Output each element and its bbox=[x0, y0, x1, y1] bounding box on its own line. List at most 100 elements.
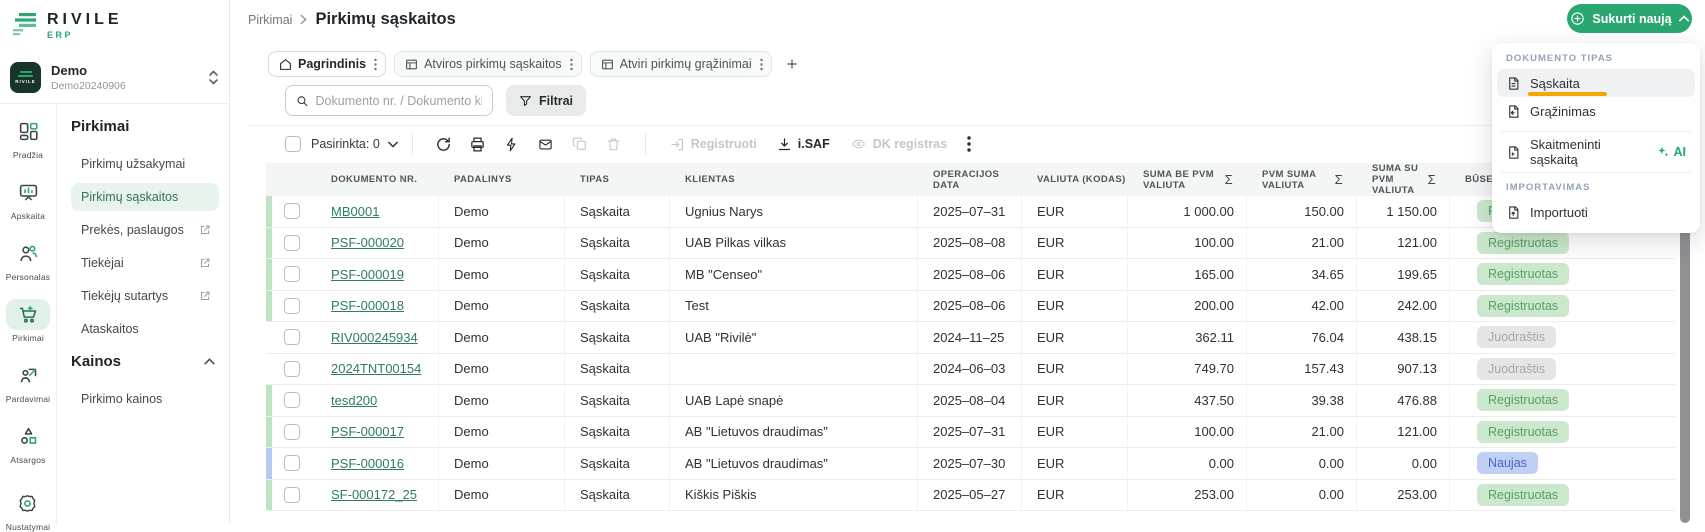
type-cell: Sąskaita bbox=[565, 291, 670, 322]
status-badge: Registruotas bbox=[1477, 263, 1569, 285]
document-link[interactable]: PSF-000020 bbox=[331, 235, 404, 250]
col-suma-be-pvm[interactable]: SUMA BE PVM VALIUTAΣ bbox=[1128, 163, 1247, 196]
breadcrumb-parent[interactable]: Pirkimai bbox=[248, 13, 292, 27]
type-cell: Sąskaita bbox=[565, 417, 670, 448]
sidebar-item-pirkimo-kainos[interactable]: Pirkimo kainos bbox=[71, 385, 219, 413]
print-button[interactable] bbox=[461, 136, 495, 153]
col-suma-su-pvm[interactable]: SUMA SU PVM VALIUTAΣ bbox=[1357, 163, 1450, 196]
document-link[interactable]: PSF-000017 bbox=[331, 424, 404, 439]
menu-item-grazinimas[interactable]: Grąžinimas bbox=[1497, 97, 1695, 125]
document-link[interactable]: 2024TNT00154 bbox=[331, 361, 421, 376]
table-row: 2024TNT00154DemoSąskaita2024–06–03EUR749… bbox=[266, 354, 1675, 386]
sigma-icon[interactable]: Σ bbox=[1335, 174, 1343, 185]
delete-button[interactable] bbox=[597, 136, 631, 152]
brand-name: RIVILE bbox=[47, 12, 123, 27]
tab-atviri-pirkimu-grazinimai[interactable]: Atviri pirkimų grąžinimai bbox=[590, 51, 772, 77]
col-padalinys[interactable]: PADALINYS bbox=[439, 163, 565, 196]
quick-action-button[interactable] bbox=[495, 136, 529, 153]
refresh-button[interactable] bbox=[427, 136, 461, 153]
isaf-export-button[interactable]: i.SAF bbox=[777, 137, 830, 152]
sidebar-item-ataskaitos[interactable]: Ataskaitos bbox=[71, 315, 219, 343]
row-checkbox-cell bbox=[272, 354, 316, 385]
register-button[interactable]: Registruoti bbox=[670, 137, 757, 152]
brand-sub: ERP bbox=[47, 30, 123, 40]
email-button[interactable] bbox=[529, 137, 563, 152]
type-cell: Sąskaita bbox=[565, 228, 670, 259]
dk-registras-button[interactable]: DK registras bbox=[850, 137, 947, 151]
row-checkbox[interactable] bbox=[284, 424, 300, 440]
workspace-updown-icon[interactable] bbox=[208, 70, 219, 85]
create-new-button[interactable]: Sukurti naują bbox=[1567, 4, 1692, 33]
col-pvm-suma[interactable]: PVM SUMA VALIUTAΣ bbox=[1247, 163, 1357, 196]
status-badge: Juodraštis bbox=[1477, 326, 1556, 348]
sigma-icon[interactable]: Σ bbox=[1225, 174, 1233, 185]
document-link[interactable]: PSF-000019 bbox=[331, 267, 404, 282]
row-checkbox[interactable] bbox=[284, 392, 300, 408]
search-input[interactable] bbox=[316, 94, 482, 108]
rail-item-personalas[interactable]: Personalas bbox=[6, 238, 51, 282]
rail-item-pradzia[interactable]: Pradžia bbox=[6, 116, 50, 160]
kebab-menu-icon[interactable] bbox=[760, 58, 763, 71]
row-checkbox[interactable] bbox=[284, 361, 300, 377]
row-checkbox[interactable] bbox=[284, 329, 300, 345]
document-link[interactable]: MB0001 bbox=[331, 204, 379, 219]
document-link[interactable]: SF-000172_25 bbox=[331, 487, 417, 502]
row-checkbox[interactable] bbox=[284, 455, 300, 471]
sidebar-item-pirkimu-uzsakymai[interactable]: Pirkimų užsakymai bbox=[71, 150, 219, 178]
rail-item-nustatymai[interactable]: Nustatymai bbox=[6, 488, 51, 532]
rail-item-pardavimai[interactable]: Pardavimai bbox=[6, 360, 51, 404]
row-checkbox[interactable] bbox=[284, 235, 300, 251]
col-tipas[interactable]: TIPAS bbox=[565, 163, 670, 196]
document-link[interactable]: tesd200 bbox=[331, 393, 377, 408]
col-valiuta[interactable]: VALIUTA (KODAS) bbox=[1022, 163, 1128, 196]
net-amount-cell: 100.00 bbox=[1128, 228, 1247, 259]
rail-item-atsargos[interactable]: Atsargos bbox=[6, 421, 50, 465]
sidebar-item-prekes-paslaugos[interactable]: Prekės, paslaugos bbox=[71, 216, 219, 244]
kebab-menu-icon[interactable] bbox=[570, 58, 573, 71]
copy-button[interactable] bbox=[563, 136, 597, 152]
kebab-menu-icon bbox=[967, 136, 971, 152]
document-link[interactable]: PSF-000018 bbox=[331, 298, 404, 313]
row-checkbox[interactable] bbox=[284, 266, 300, 282]
client-cell: UAB "Rivilė" bbox=[670, 322, 918, 353]
tab-pagrindinis[interactable]: Pagrindinis bbox=[268, 51, 386, 77]
kebab-menu-icon[interactable] bbox=[374, 58, 377, 71]
tab-atviros-pirkimu-saskaitos[interactable]: Atviros pirkimų sąskaitos bbox=[394, 51, 582, 77]
rail-item-apskaita[interactable]: Apskaita bbox=[6, 177, 50, 221]
menu-item-saskaita[interactable]: Sąskaita bbox=[1497, 69, 1695, 97]
table-row: PSF-000018DemoSąskaitaTest2025–08–06EUR2… bbox=[266, 291, 1675, 323]
menu-item-skaitmeninti-saskaita[interactable]: Skaitmeninti sąskaitą AI bbox=[1497, 138, 1695, 166]
toolbar-kebab-button[interactable] bbox=[957, 136, 981, 152]
workspace-switcher[interactable]: RIVILE Demo Demo20240906 bbox=[10, 62, 219, 105]
document-link[interactable]: RIV000245934 bbox=[331, 330, 418, 345]
table-header: DOKUMENTO NR. PADALINYS TIPAS KLIENTAS O… bbox=[266, 163, 1675, 196]
status-cell: Registruotas bbox=[1450, 385, 1675, 416]
sigma-icon[interactable]: Σ bbox=[1428, 174, 1436, 185]
document-number-cell: PSF-000019 bbox=[316, 259, 439, 290]
chevron-right-icon bbox=[300, 14, 307, 25]
net-amount-cell: 362.11 bbox=[1128, 322, 1247, 353]
sidebar-item-tiekejai[interactable]: Tiekėjai bbox=[71, 249, 219, 277]
vertical-scrollbar-thumb[interactable] bbox=[1680, 222, 1690, 523]
net-amount-cell: 437.50 bbox=[1128, 385, 1247, 416]
filters-button[interactable]: Filtrai bbox=[506, 85, 586, 116]
col-dokumento-nr[interactable]: DOKUMENTO NR. bbox=[316, 163, 439, 196]
select-all-checkbox[interactable] bbox=[285, 136, 301, 152]
sidebar-item-pirkimu-saskaitos[interactable]: Pirkimų sąskaitos bbox=[71, 183, 219, 211]
add-view-tab[interactable] bbox=[780, 52, 804, 76]
search-box[interactable] bbox=[285, 85, 493, 116]
selected-count[interactable]: Pasirinkta: 0 bbox=[311, 137, 398, 151]
net-amount-cell: 1 000.00 bbox=[1128, 196, 1247, 227]
rail-item-pirkimai[interactable]: Pirkimai bbox=[6, 299, 50, 343]
col-klientas[interactable]: KLIENTAS bbox=[670, 163, 918, 196]
menu-item-importuoti[interactable]: Importuoti bbox=[1497, 198, 1695, 226]
sidebar-item-tiekeju-sutartys[interactable]: Tiekėjų sutartys bbox=[71, 282, 219, 310]
col-operacijos-data[interactable]: OPERACIJOS DATA bbox=[918, 163, 988, 196]
document-link[interactable]: PSF-000016 bbox=[331, 456, 404, 471]
row-checkbox[interactable] bbox=[284, 203, 300, 219]
submenu-section-kainos[interactable]: Kainos bbox=[71, 353, 219, 370]
row-checkbox[interactable] bbox=[284, 298, 300, 314]
row-checkbox[interactable] bbox=[284, 487, 300, 503]
date-cell: 2024–11–25 bbox=[918, 322, 1022, 353]
date-cell: 2025–08–08 bbox=[918, 228, 1022, 259]
